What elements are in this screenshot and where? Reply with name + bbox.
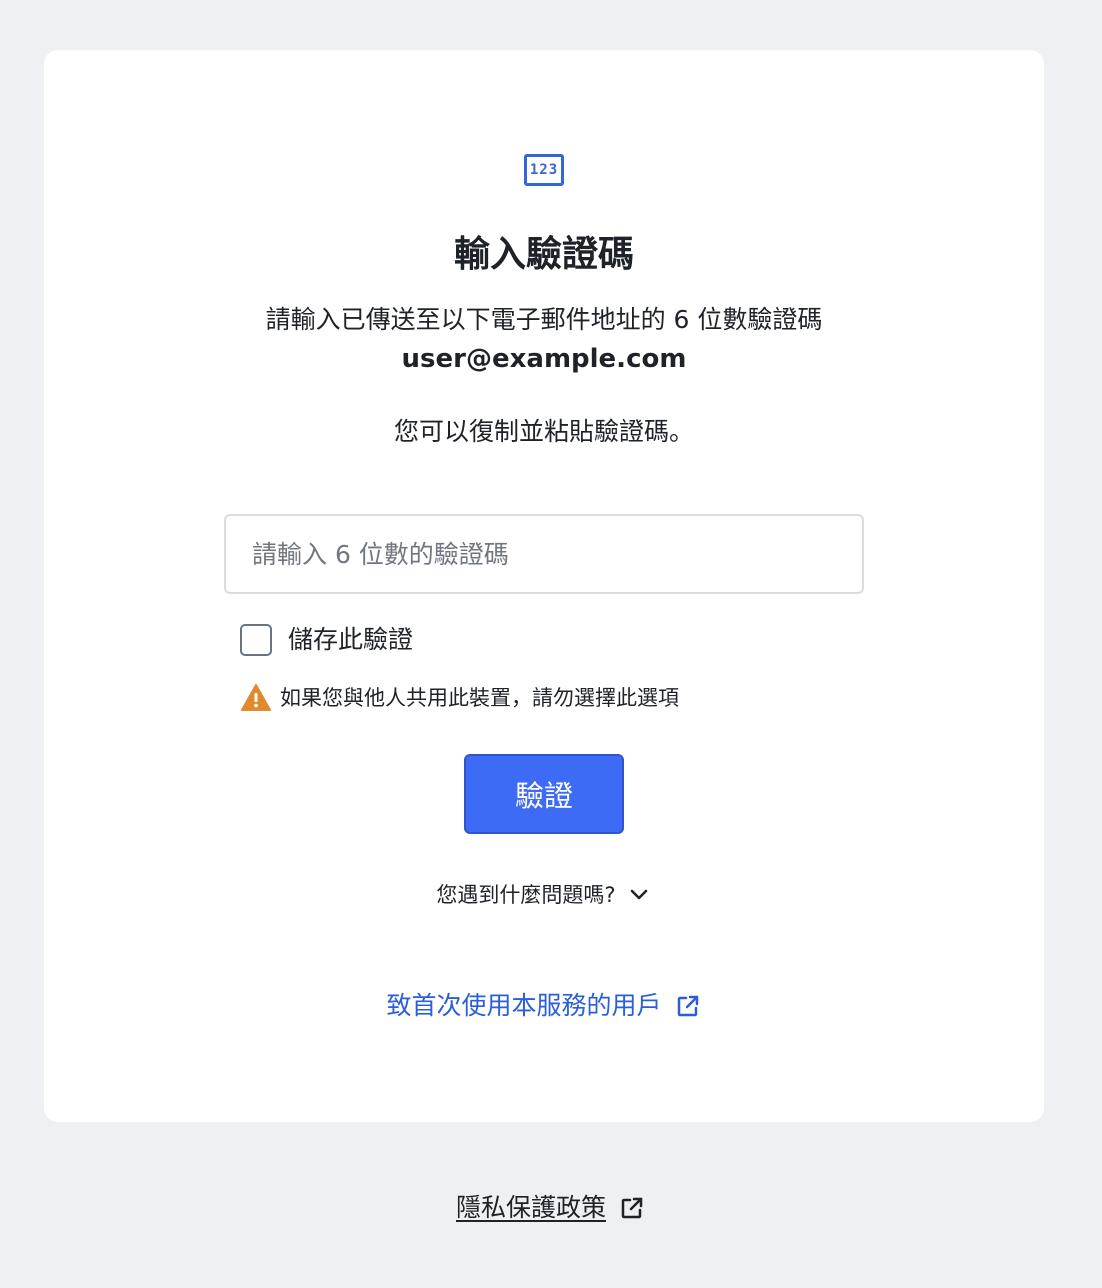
verification-card: 123 輸入驗證碼 請輸入已傳送至以下電子郵件地址的 6 位數驗證碼 user@… (44, 50, 1044, 1122)
warning-text: 如果您與他人共用此裝置，請勿選擇此選項 (280, 686, 679, 710)
verification-code-input[interactable] (224, 514, 864, 594)
privacy-policy-link[interactable]: 隱私保護政策 (0, 1188, 1102, 1228)
save-verification-checkbox[interactable] (240, 624, 272, 656)
verify-button[interactable]: 驗證 (464, 754, 624, 834)
privacy-policy-label[interactable]: 隱私保護政策 (456, 1188, 606, 1228)
external-link-icon[interactable] (674, 992, 702, 1020)
save-verification-row[interactable]: 儲存此驗證 (240, 622, 413, 658)
page-title: 輸入驗證碼 (453, 234, 634, 275)
save-verification-label[interactable]: 儲存此驗證 (288, 622, 413, 658)
number-code-icon: 123 (524, 154, 564, 186)
warning-triangle-icon (241, 684, 271, 711)
problem-toggle-label[interactable]: 您遇到什麼問題嗎? (436, 876, 615, 914)
instruction-text: 請輸入已傳送至以下電子郵件地址的 6 位數驗證碼 (265, 305, 823, 334)
chevron-down-icon[interactable] (626, 882, 652, 908)
email-address: user@example.com (401, 344, 687, 374)
external-link-icon[interactable] (618, 1194, 646, 1222)
shared-device-warning: 如果您與他人共用此裝置，請勿選擇此選項 (240, 682, 679, 714)
first-time-user-link[interactable]: 致首次使用本服務的用戶 (44, 986, 1044, 1026)
first-time-user-link-label[interactable]: 致首次使用本服務的用戶 (386, 986, 661, 1026)
problem-toggle[interactable]: 您遇到什麼問題嗎? (44, 876, 1044, 914)
paste-hint-text: 您可以復制並粘貼驗證碼。 (393, 417, 694, 446)
